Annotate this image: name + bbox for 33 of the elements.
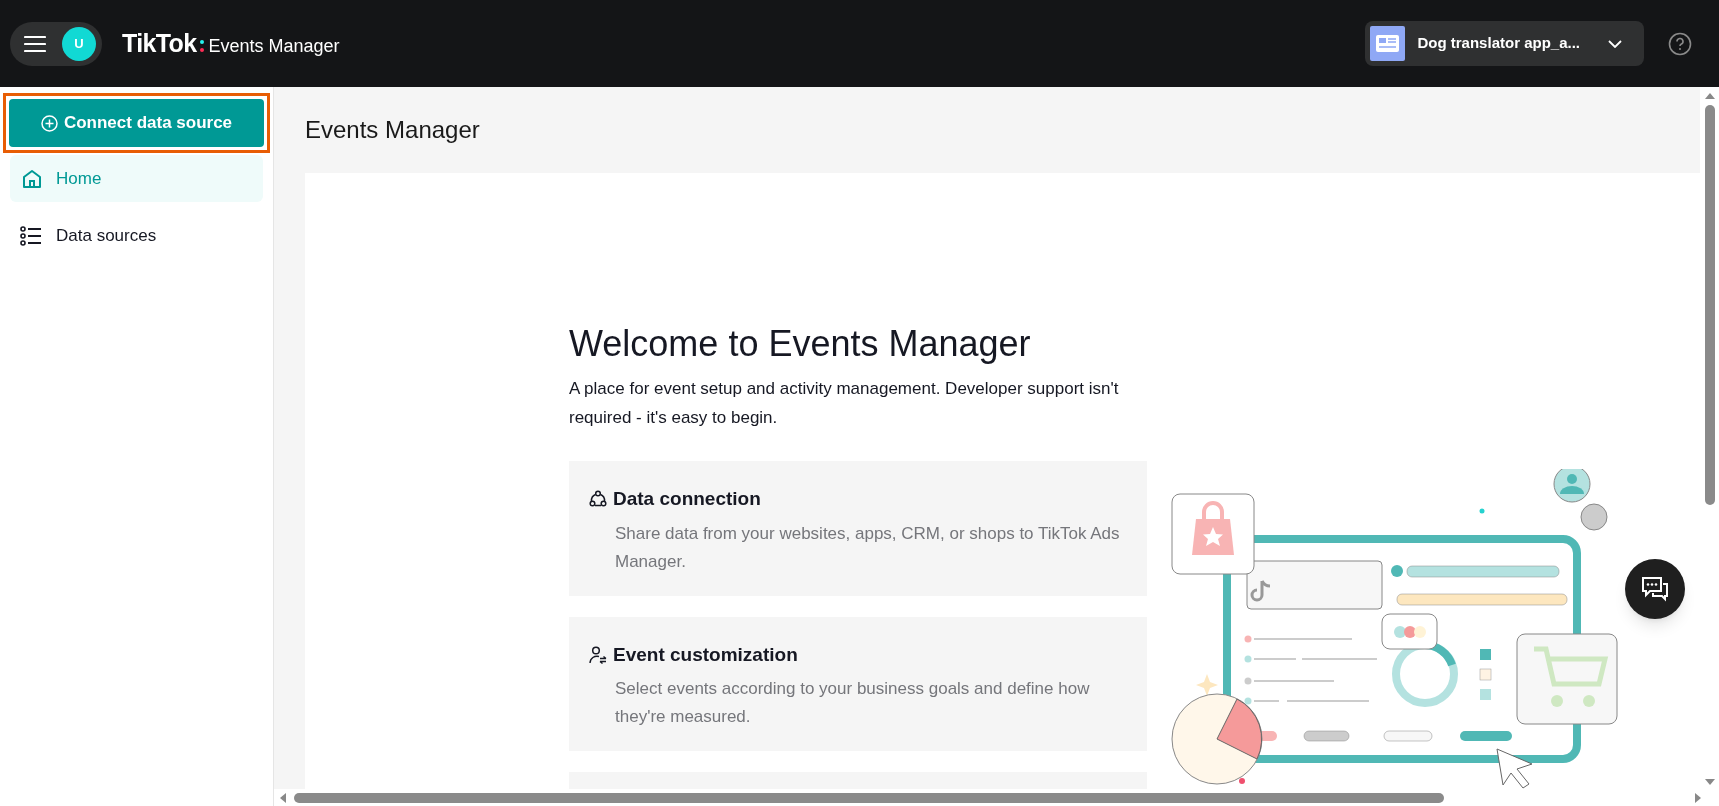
card-description: Share data from your websites, apps, CRM, or shops to TikTok Ads Manager. — [614, 522, 1121, 573]
plus-circle-icon — [40, 114, 58, 132]
product-name: Events Manager — [208, 34, 340, 58]
scroll-down-icon[interactable] — [1704, 779, 1715, 785]
newspaper-icon — [1370, 26, 1406, 61]
brand-logo: TikTok — [122, 27, 197, 59]
card-description: Select events according to your business goals and define how they're measured. — [614, 678, 1091, 728]
user-avatar[interactable]: U — [62, 26, 96, 61]
connect-data-source-button[interactable]: Connect data source — [9, 99, 264, 147]
page-title: Events Manager — [305, 115, 481, 145]
scroll-up-icon[interactable] — [1704, 93, 1715, 99]
chevron-down-icon — [1608, 39, 1622, 48]
scroll-left-icon[interactable] — [280, 792, 286, 803]
home-icon — [22, 168, 42, 189]
sidebar-nav-item[interactable]: Data sources — [10, 212, 263, 259]
card-title: Event customization — [613, 642, 798, 667]
list-icon — [20, 225, 42, 246]
menu-avatar-pill[interactable]: U — [10, 21, 102, 66]
help-icon[interactable] — [1668, 31, 1692, 56]
horizontal-scrollbar[interactable] — [274, 789, 1719, 806]
network-icon — [589, 490, 607, 509]
person-exchange-icon — [589, 645, 607, 664]
sidebar-nav-item[interactable]: Home — [10, 155, 263, 202]
welcome-heading: Welcome to Events Manager — [569, 322, 1032, 366]
card-title: Data connection — [613, 487, 761, 511]
scrollbar-thumb[interactable] — [294, 792, 1444, 803]
chat-bubbles-icon — [1641, 576, 1669, 602]
scrollbar-thumb[interactable] — [1704, 105, 1715, 505]
scroll-right-icon[interactable] — [1695, 792, 1701, 803]
account-selector[interactable]: Dog translator app_a... — [1365, 21, 1644, 66]
logo-colon-icon — [199, 39, 204, 52]
welcome-description: A place for event setup and activity management. Developer support isn't required - it's easy to begin. — [569, 378, 1120, 429]
menu-icon[interactable] — [24, 34, 46, 53]
